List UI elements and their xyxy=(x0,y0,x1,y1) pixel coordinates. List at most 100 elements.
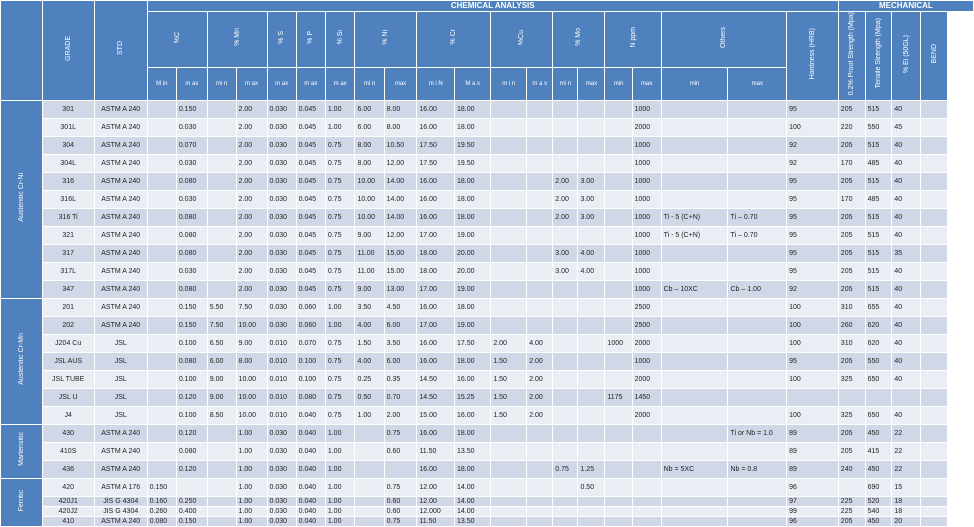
value-cell xyxy=(206,118,237,138)
value-cell xyxy=(206,136,237,156)
value-cell xyxy=(552,352,579,372)
value-cell xyxy=(577,280,606,300)
value-cell xyxy=(727,516,788,527)
value-cell: 18.00 xyxy=(454,424,492,444)
value-cell xyxy=(577,298,606,318)
value-cell xyxy=(552,424,579,444)
value-cell: 2.00 xyxy=(235,154,268,174)
value-cell: 7.50 xyxy=(235,298,268,318)
value-cell: 19.50 xyxy=(454,136,492,156)
value-cell: 0.040 xyxy=(295,406,326,426)
value-cell xyxy=(631,516,662,527)
category-label: Ferritic xyxy=(0,478,43,527)
value-cell: 0.030 xyxy=(266,226,297,246)
grade-cell: 201 xyxy=(41,298,95,318)
std-cell: ASTM A 240 xyxy=(93,424,148,444)
value-cell xyxy=(727,316,788,336)
std-cell: ASTM A 176 xyxy=(93,478,148,498)
value-cell: 0.030 xyxy=(175,262,208,282)
value-cell: 0.080 xyxy=(175,280,208,300)
value-cell xyxy=(552,226,579,246)
limit-subheader: mi n xyxy=(206,67,237,102)
value-cell: 0.150 xyxy=(175,316,208,336)
table-row: Ferritic 420 ASTM A 176 0.150 1.00 0.030 0.040… xyxy=(0,478,974,527)
value-cell: 0.040 xyxy=(295,460,326,480)
value-cell: 20.00 xyxy=(454,262,492,282)
value-cell: 3.00 xyxy=(577,172,606,192)
value-cell: 2000 xyxy=(631,334,662,354)
value-cell xyxy=(490,262,528,282)
sulfur-header: % S xyxy=(266,10,297,69)
molybdenum-header: % Mo xyxy=(552,10,606,69)
value-cell: 8.00 xyxy=(354,136,385,156)
value-cell: 18.00 xyxy=(454,190,492,210)
value-cell: 0.60 xyxy=(383,442,418,462)
value-cell xyxy=(604,298,633,318)
value-cell: 40 xyxy=(891,208,922,228)
value-cell: 1.50 xyxy=(490,388,528,408)
value-cell: 1.00 xyxy=(235,478,268,498)
value-cell: 19.00 xyxy=(454,280,492,300)
value-cell xyxy=(146,298,177,318)
value-cell xyxy=(920,118,948,138)
value-cell: 9.00 xyxy=(206,388,237,408)
value-cell xyxy=(660,334,729,354)
value-cell: Ti - 5 (C+N) xyxy=(660,226,729,246)
value-cell xyxy=(490,496,528,508)
grade-cell: 301 xyxy=(41,100,95,120)
value-cell: 0.030 xyxy=(266,100,297,120)
value-cell xyxy=(146,208,177,228)
category-label: Austenitic Cr-Mn xyxy=(0,298,43,426)
value-cell xyxy=(490,208,528,228)
value-cell: 0.080 xyxy=(175,352,208,372)
value-cell xyxy=(354,496,385,508)
limit-subheader: m a x xyxy=(526,67,554,102)
proof-strength-header: 0.2% Proof Strength (Mpa) xyxy=(837,10,866,102)
std-cell: ASTM A 240 xyxy=(93,244,148,264)
value-cell xyxy=(490,442,528,462)
value-cell: 6.50 xyxy=(206,334,237,354)
value-cell: 0.040 xyxy=(295,506,326,518)
value-cell xyxy=(552,388,579,408)
std-cell: JSL xyxy=(93,352,148,372)
value-cell: 1000 xyxy=(604,334,633,354)
value-cell xyxy=(920,406,948,426)
value-cell xyxy=(604,190,633,210)
value-cell xyxy=(727,506,788,518)
value-cell xyxy=(631,442,662,462)
mechanical-group-header: MECHANICAL xyxy=(837,0,974,12)
value-cell xyxy=(206,478,237,498)
value-cell: 205 xyxy=(837,280,866,300)
value-cell: 1.00 xyxy=(324,506,356,518)
value-cell xyxy=(604,154,633,174)
value-cell: 0.75 xyxy=(324,244,356,264)
value-cell: 89 xyxy=(786,442,839,462)
value-cell: 1175 xyxy=(604,388,633,408)
table-row: 347 ASTM A 240 0.080 2.00 0.030 0.045 0.75 9.00… xyxy=(1,280,974,300)
value-cell xyxy=(660,352,729,372)
value-cell xyxy=(727,190,788,210)
value-cell xyxy=(146,190,177,210)
value-cell: 12.00 xyxy=(383,226,418,246)
value-cell: 0.75 xyxy=(324,226,356,246)
std-cell: ASTM A 240 xyxy=(93,298,148,318)
bend-header: BEND xyxy=(920,10,948,102)
value-cell: 0.75 xyxy=(324,154,356,174)
value-cell: 18.00 xyxy=(454,208,492,228)
value-cell: 520 xyxy=(864,496,893,508)
value-cell xyxy=(604,352,633,372)
value-cell xyxy=(146,172,177,192)
value-cell: 16.00 xyxy=(416,460,456,480)
std-cell: ASTM A 240 xyxy=(93,262,148,282)
value-cell: 0.045 xyxy=(295,172,326,192)
value-cell: 18.00 xyxy=(454,100,492,120)
value-cell xyxy=(577,334,606,354)
value-cell: 1000 xyxy=(631,244,662,264)
value-cell: 0.75 xyxy=(324,136,356,156)
std-cell: ASTM A 240 xyxy=(93,280,148,300)
value-cell: 95 xyxy=(786,190,839,210)
value-cell xyxy=(660,506,729,518)
limit-subheader: max xyxy=(577,67,606,102)
value-cell xyxy=(727,172,788,192)
value-cell: 0.400 xyxy=(175,506,208,518)
